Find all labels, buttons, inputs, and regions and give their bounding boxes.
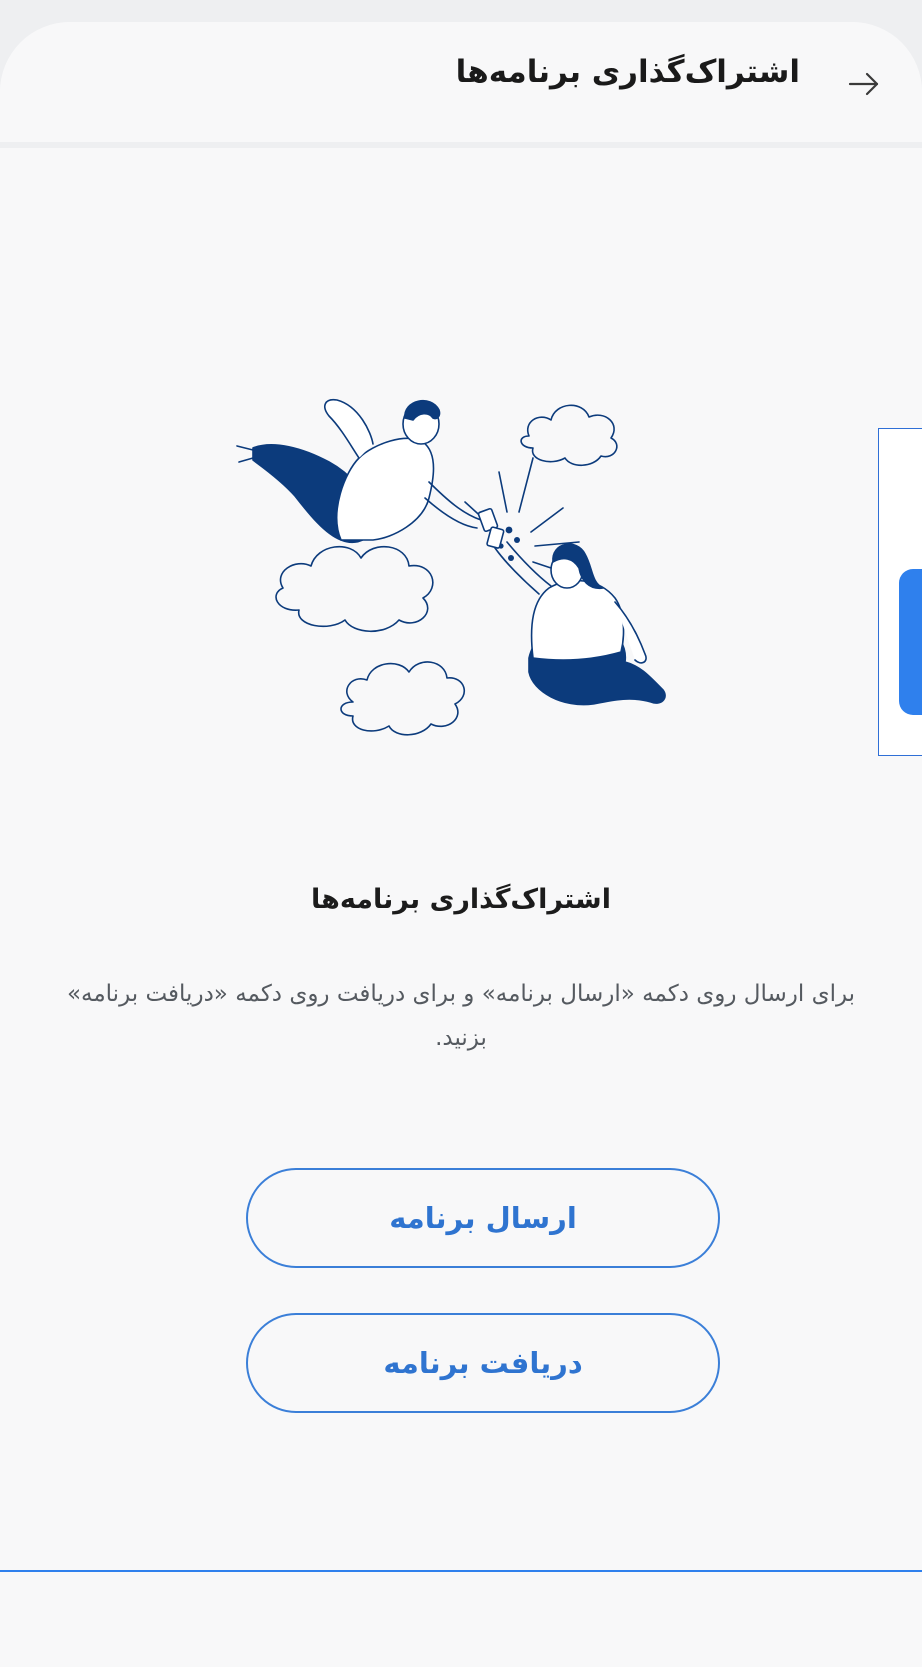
app-screen: اشتراک‌گذاری برنامه‌ها: [0, 22, 922, 1667]
page-title: اشتراک‌گذاری برنامه‌ها: [455, 54, 800, 90]
bottom-divider: [0, 1570, 922, 1572]
section-title: اشتراک‌گذاری برنامه‌ها: [311, 884, 611, 915]
send-app-button[interactable]: ارسال برنامه: [246, 1168, 720, 1268]
receive-app-button[interactable]: دریافت برنامه: [246, 1313, 720, 1413]
top-app-bar: اشتراک‌گذاری برنامه‌ها: [0, 22, 922, 148]
floating-side-panel: [878, 428, 922, 756]
floating-side-button[interactable]: [899, 569, 922, 715]
people-sharing-apps-illustration: [236, 398, 666, 736]
arrow-right-icon[interactable]: [846, 66, 882, 102]
instruction-text: برای ارسال روی دکمه «ارسال برنامه» و برا…: [66, 981, 856, 1051]
